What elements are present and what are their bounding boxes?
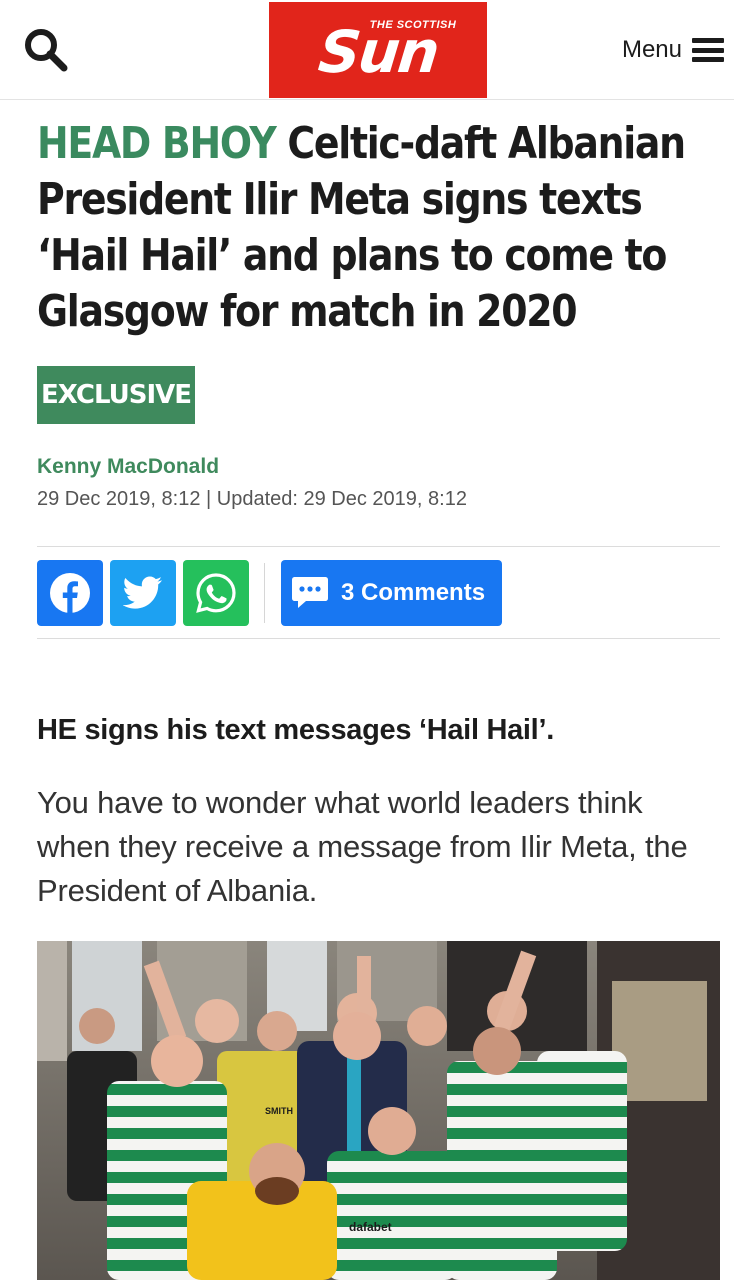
menu-button[interactable]: Menu [622,32,724,68]
twitter-icon [123,576,162,609]
logo-wordmark: Sun [315,18,441,86]
facebook-share-button[interactable] [37,560,103,626]
celtic-fans-photo: dafabet SMITH [37,941,720,1280]
menu-label: Menu [621,36,682,63]
divider [37,638,720,639]
author-link[interactable]: Kenny MacDonald [37,455,219,479]
headline-kicker: HEAD BHOY [37,118,277,169]
speech-bubble-icon [292,577,328,608]
divider [37,546,720,547]
whatsapp-share-button[interactable] [183,560,249,626]
whatsapp-icon [196,573,236,613]
twitter-share-button[interactable] [110,560,176,626]
article-headline: HEAD BHOY Celtic-daft Albanian President… [37,116,708,340]
hamburger-icon [692,38,724,62]
article-dateline: 29 Dec 2019, 8:12 | Updated: 29 Dec 2019… [37,488,467,510]
nameplate-text: SMITH [265,1106,293,1116]
search-icon [25,29,68,72]
article-paragraph: You have to wonder what world leaders th… [37,785,688,908]
exclusive-label: EXCLUSIVE [37,366,195,424]
site-logo[interactable]: THE SCOTTISH Sun [269,2,487,98]
site-header: THE SCOTTISH Sun Menu [0,0,734,100]
shirt-sponsor-text: dafabet [349,1220,392,1234]
article-lede: HE signs his text messages ‘Hail Hail’. [37,714,554,746]
comments-button[interactable]: 3 Comments [281,560,502,626]
article-photo[interactable]: dafabet SMITH [37,941,720,1280]
share-separator [264,563,265,623]
facebook-icon [50,573,90,613]
comments-label: 3 Comments [341,579,486,606]
search-button[interactable] [22,26,70,74]
